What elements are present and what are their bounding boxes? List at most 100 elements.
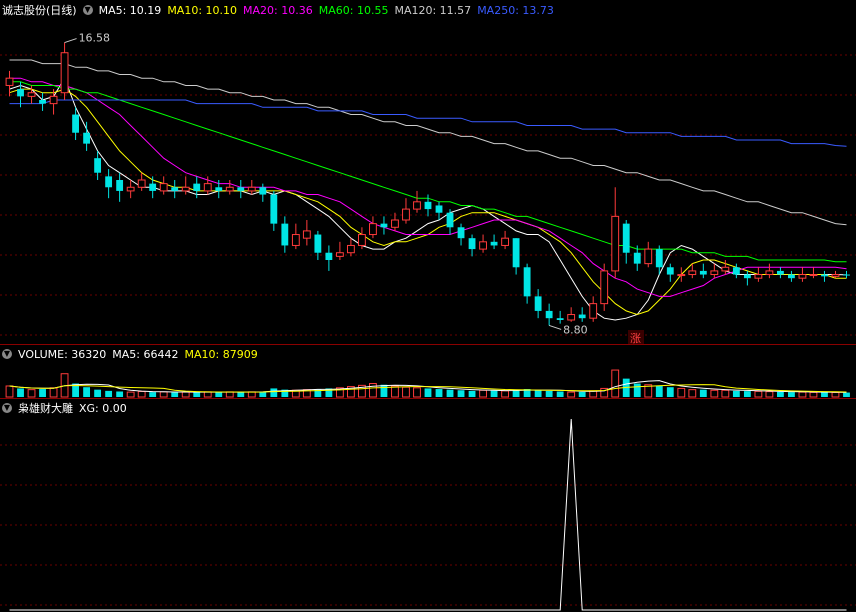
volume-bar-up	[567, 391, 576, 398]
candle-body-down	[655, 249, 663, 268]
ma60-label: MA60: 10.55	[318, 3, 389, 17]
candle-body-down	[622, 223, 630, 253]
candle-body-up	[203, 183, 212, 192]
candle-body-down	[699, 270, 707, 275]
candle-body-down	[105, 176, 113, 188]
candle-body-up	[5, 77, 14, 86]
volume-ma5-label: MA5: 66442	[112, 347, 179, 361]
candle-body-up	[644, 248, 653, 265]
volume-label: VOLUME: 36320	[18, 347, 107, 361]
candle-body-up	[754, 274, 763, 279]
volume-bar-down	[39, 389, 46, 397]
candle-body-down	[259, 187, 267, 195]
volume-ma10-label: MA10: 87909	[184, 347, 258, 361]
chevron-down-icon[interactable]: ▼	[2, 349, 12, 359]
candle-body-down	[149, 183, 157, 191]
volume-bar-down	[743, 391, 751, 397]
candle-body-up	[369, 223, 377, 236]
volume-bar-up	[159, 391, 168, 398]
volume-bar-up	[181, 391, 190, 398]
volume-bar-down	[534, 390, 542, 397]
candle-body-down	[534, 296, 542, 311]
volume-legend: ▼ VOLUME: 36320 MA5: 66442 MA10: 87909	[2, 346, 264, 362]
candle-body-down	[490, 241, 498, 246]
volume-bar-up	[413, 387, 421, 398]
volume-bar-up	[479, 389, 487, 398]
candle-body-up	[479, 241, 487, 250]
candle-body-up	[60, 52, 69, 94]
volume-bar-up	[49, 387, 58, 398]
candle-body-up	[49, 95, 58, 105]
candle-body-up	[159, 183, 168, 192]
volume-bar-down	[270, 388, 278, 397]
candle-body-down	[94, 158, 102, 173]
volume-bar-down	[105, 390, 113, 397]
candle-body-up	[402, 208, 410, 221]
candle-body-down	[512, 238, 520, 268]
candle-body-up	[589, 303, 598, 319]
indicator-panel[interactable]: ▼ 枭雄财大雕 XG: 0.00	[0, 399, 856, 612]
ma250-line	[9, 99, 847, 147]
candle-body-up	[27, 92, 36, 97]
volume-bar-down	[468, 390, 476, 397]
volume-bar-up	[501, 390, 510, 398]
chevron-down-icon[interactable]: ▼	[2, 403, 12, 413]
candle-body-down	[468, 238, 476, 250]
candle-body-down	[556, 318, 564, 320]
volume-bar-down	[83, 387, 91, 397]
candle-body-down	[17, 89, 24, 97]
volume-bar-down	[788, 392, 795, 397]
volume-bar-up	[688, 389, 697, 398]
ma250-label: MA250: 13.73	[477, 3, 554, 17]
ma120-label: MA120: 11.57	[394, 3, 472, 17]
chevron-down-icon[interactable]: ▼	[82, 5, 93, 15]
volume-bar-up	[721, 389, 730, 398]
candle-body-up	[501, 237, 510, 246]
volume-panel[interactable]: ▼ VOLUME: 36320 MA5: 66442 MA10: 87909	[0, 345, 856, 398]
volume-bar-up	[247, 391, 256, 398]
candle-body-down	[788, 274, 795, 279]
candle-body-down	[457, 227, 465, 239]
candle-body-down	[732, 267, 740, 275]
indicator-title: 枭雄财大雕	[18, 402, 73, 415]
ma10-label: MA10: 10.10	[167, 3, 238, 17]
volume-bar-down	[777, 391, 784, 397]
candle-body-up	[688, 270, 697, 276]
volume-bar-up	[677, 387, 686, 398]
candle-body-up	[611, 215, 620, 272]
volume-bar-up	[765, 391, 774, 398]
candle-body-down	[72, 114, 79, 133]
volume-bar-down	[116, 391, 124, 397]
candle-body-down	[325, 252, 333, 260]
xg-signal-line	[9, 418, 847, 611]
indicator-chart[interactable]	[0, 399, 856, 612]
candle-body-down	[743, 274, 751, 279]
high-price-label: 16.58	[79, 32, 111, 45]
price-chart[interactable]: 16.58 8.80 涨	[0, 0, 856, 344]
candle-body-up	[677, 274, 686, 277]
candle-body-down	[314, 234, 322, 253]
candle-body-down	[446, 212, 454, 228]
volume-bar-up	[809, 391, 818, 398]
volume-bar-down	[237, 392, 245, 397]
volume-bar-up	[798, 391, 807, 398]
ma20-line	[9, 77, 847, 297]
volume-bar-down	[633, 383, 641, 397]
candle-body-down	[435, 205, 443, 213]
volume-bar-down	[666, 387, 674, 397]
candle-body-up	[225, 186, 234, 192]
candle-body-up	[710, 270, 719, 276]
candle-body-up	[831, 274, 840, 277]
volume-bar-down	[843, 392, 850, 397]
volume-bar-down	[821, 392, 828, 397]
volume-bar-down	[171, 392, 179, 397]
candle-body-up	[302, 230, 311, 239]
ma5-label: MA5: 10.19	[98, 3, 162, 17]
candle-body-down	[424, 201, 432, 210]
volume-bar-down	[556, 391, 564, 397]
candle-body-down	[545, 310, 553, 319]
volume-bar-down	[424, 388, 432, 397]
candle-body-up	[137, 179, 146, 188]
price-panel[interactable]: 16.58 8.80 涨 诚志股份(日线) ▼ MA5: 10.19 MA10: 1…	[0, 0, 856, 344]
volume-bar-up	[225, 391, 234, 398]
